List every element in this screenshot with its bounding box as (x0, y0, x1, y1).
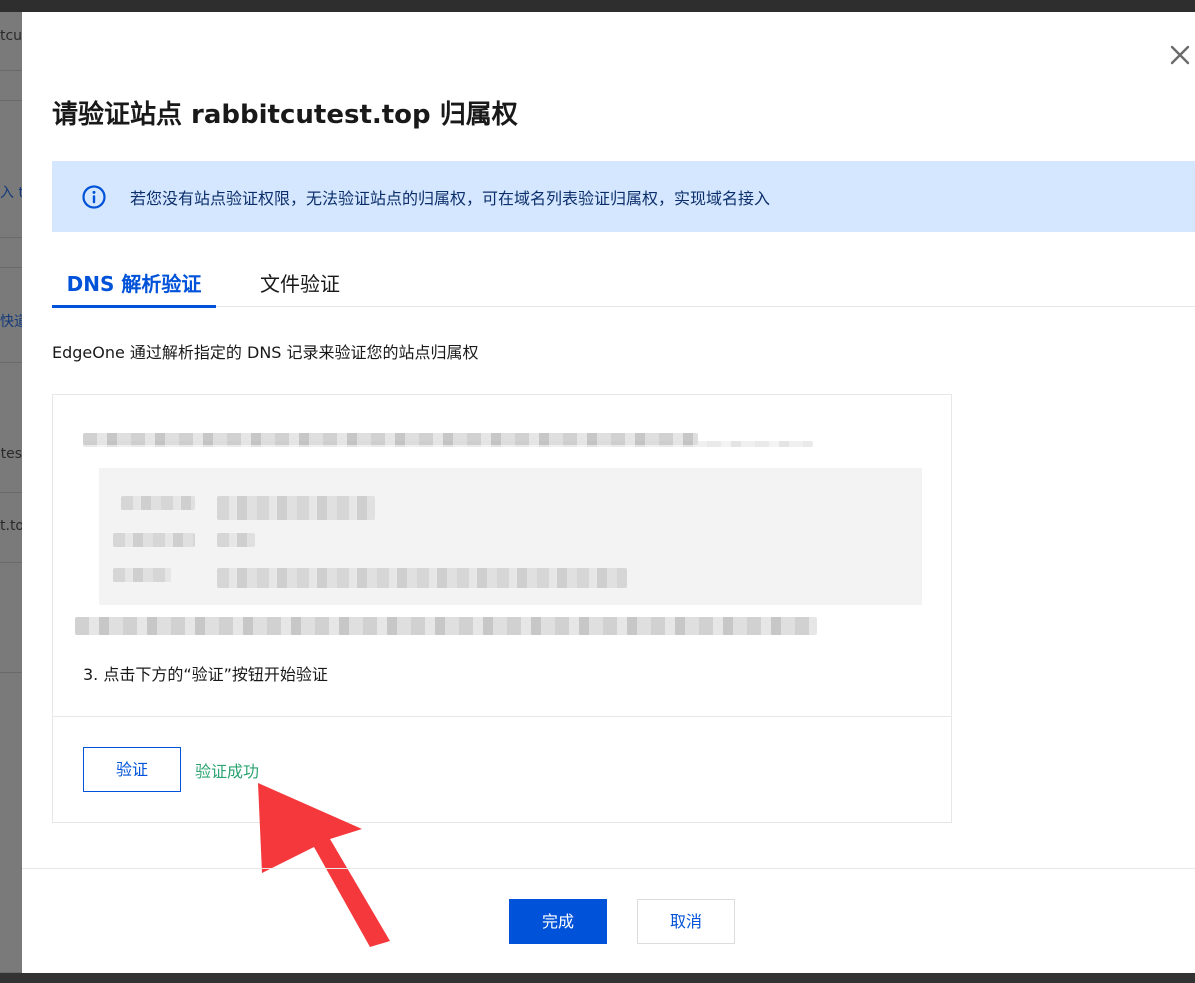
tab-dns-verify[interactable]: DNS 解析验证 (52, 269, 216, 308)
confirm-button[interactable]: 完成 (509, 899, 607, 944)
bg-text-fragment: t.to (0, 518, 22, 534)
dialog-title: 请验证站点 rabbitcutest.top 归属权 (52, 100, 518, 130)
info-alert: 若您没有站点验证权限，无法验证站点的归属权，可在域名列表验证归属权，实现域名接入 (52, 161, 1195, 232)
top-dark-band (0, 0, 1195, 12)
instruction-box: 3. 点击下方的“验证”按钮开始验证 验证 验证成功 (52, 394, 952, 823)
dns-description: EdgeOne 通过解析指定的 DNS 记录来验证您的站点归属权 (52, 343, 479, 362)
record-value-blurred (217, 496, 375, 520)
info-circle-icon (82, 184, 106, 209)
step-1-blurred-shadow (83, 441, 813, 447)
footer-divider (22, 868, 1195, 869)
box-divider (53, 716, 951, 717)
verify-ownership-dialog: 请验证站点 rabbitcutest.top 归属权 若您没有站点验证权限，无法… (22, 12, 1195, 973)
bg-text-fragment: 快道 (0, 314, 22, 330)
record-value-blurred (217, 533, 255, 547)
verify-method-tabs: DNS 解析验证 文件验证 (52, 269, 1195, 308)
step-3-text: 3. 点击下方的“验证”按钮开始验证 (83, 665, 328, 684)
bg-text-fragment: tcu (0, 28, 22, 44)
bottom-dark-band (0, 973, 1195, 983)
step-2-blurred (75, 617, 817, 635)
bg-text-fragment: tes (0, 446, 22, 462)
bg-text-fragment: 入 ti (0, 185, 22, 201)
verify-success-status: 验证成功 (195, 762, 260, 781)
record-label-blurred (121, 496, 195, 510)
record-label-blurred (113, 533, 195, 547)
verify-button[interactable]: 验证 (83, 747, 181, 792)
dns-record-panel (99, 468, 922, 605)
cancel-button[interactable]: 取消 (637, 899, 735, 944)
close-icon[interactable] (1167, 42, 1193, 68)
red-arrow-annotation (258, 783, 390, 947)
record-label-blurred (113, 568, 171, 582)
record-value-blurred (217, 568, 627, 588)
alert-text: 若您没有站点验证权限，无法验证站点的归属权，可在域名列表验证归属权，实现域名接入 (130, 188, 771, 208)
background-page-strip: tcu 入 ti 快道 tes t.to (0, 12, 22, 972)
tab-file-verify[interactable]: 文件验证 (260, 269, 340, 307)
